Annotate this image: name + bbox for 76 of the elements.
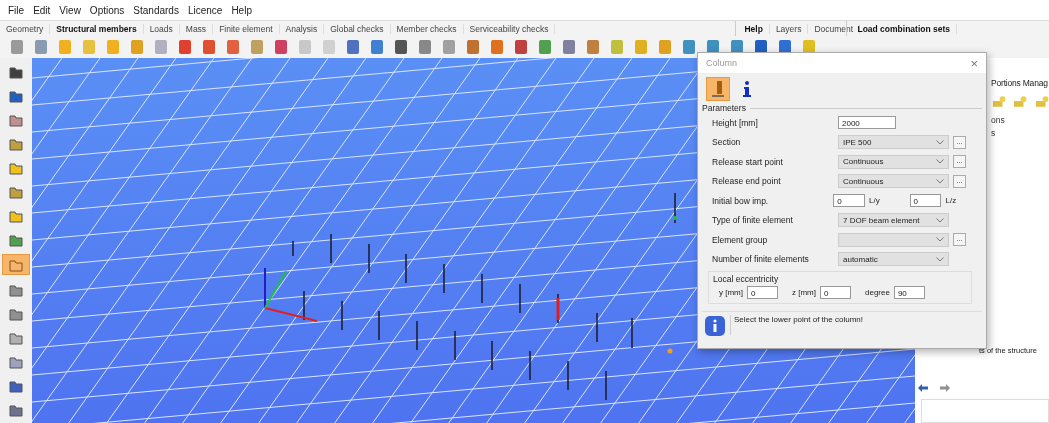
field-label: Section <box>712 137 742 148</box>
ribbon-tab[interactable]: Serviceability checks <box>463 23 556 34</box>
input-field[interactable]: 0 <box>747 286 778 299</box>
tree-item[interactable]: ons <box>991 114 1049 127</box>
ribbon-tab[interactable]: Geometry <box>0 23 51 34</box>
chevron-icon <box>936 237 944 243</box>
menu-item[interactable]: View <box>59 4 81 16</box>
group-label: Local eccentricity <box>713 274 780 284</box>
toolbar-icon[interactable] <box>680 38 698 56</box>
field-label: Element group <box>712 234 769 245</box>
menu-item[interactable]: File <box>8 4 25 16</box>
toolbar-icon[interactable] <box>560 38 578 56</box>
back-arrow-icon[interactable] <box>917 383 929 393</box>
toolbar-icon[interactable] <box>488 38 506 56</box>
menu-item[interactable]: Edit <box>33 4 51 16</box>
toolbar-icon[interactable] <box>584 38 602 56</box>
chevron-icon <box>936 178 944 184</box>
ribbon-tab[interactable]: Layers <box>769 23 809 34</box>
toolbar-icon[interactable] <box>200 38 218 56</box>
ribbon-tab[interactable]: Finite element <box>213 23 280 34</box>
tree-item[interactable]: s <box>991 127 1049 140</box>
status-message: Select the lower point of the column! <box>734 315 863 324</box>
chevron-icon <box>936 217 944 223</box>
ribbon-tab[interactable]: Help <box>738 23 770 34</box>
ribbon-tab[interactable]: Analysis <box>279 23 325 34</box>
field-label: z [mm] <box>792 288 816 297</box>
toolbar-icon[interactable] <box>512 38 530 56</box>
menu-item[interactable]: Licence <box>187 4 223 16</box>
field-label: Height [mm] <box>712 117 759 128</box>
dropdown[interactable]: Continuous <box>838 174 949 189</box>
field-label: Number of finite elements <box>712 254 810 265</box>
field-label: y [mm] <box>719 288 743 297</box>
input-field[interactable]: 90 <box>893 286 925 299</box>
info-icon <box>704 315 726 337</box>
toolbar-icon[interactable] <box>536 38 554 56</box>
dialog-title: Column <box>706 58 737 68</box>
unit-label: L/z <box>945 196 958 206</box>
chevron-icon <box>936 256 944 262</box>
ribbon-tab[interactable]: Global checks <box>324 23 391 34</box>
menu-item[interactable]: Help <box>231 4 252 16</box>
field-label: Release end point <box>712 176 782 187</box>
chevron-icon <box>936 139 944 145</box>
input-field[interactable]: 2000 <box>838 116 896 130</box>
field-label: Type of finite element <box>712 215 794 226</box>
unit-label: L/y <box>869 196 881 206</box>
info-icon <box>742 80 752 98</box>
ribbon-tab[interactable]: Structural members <box>50 23 144 34</box>
column-icon <box>709 79 727 99</box>
toolbar-icon[interactable] <box>368 38 386 56</box>
ribbon-tab[interactable]: Loads <box>143 23 180 34</box>
dropdown[interactable]: automatic <box>838 252 949 267</box>
ribbon-tab[interactable]: Mass <box>179 23 214 34</box>
toolbar-icon[interactable] <box>416 38 434 56</box>
toolbar-icon[interactable] <box>272 38 290 56</box>
input-field[interactable]: 0 <box>820 286 851 299</box>
toolbar-icon[interactable] <box>464 38 482 56</box>
forward-arrow-icon[interactable] <box>939 383 951 393</box>
toolbar-icon[interactable] <box>344 38 362 56</box>
field-label: Initial bow imp. <box>712 195 770 206</box>
group-label: Parameters <box>702 103 746 113</box>
panel-title: Portions Manag <box>991 77 1049 90</box>
input-field[interactable]: 0 <box>833 194 866 208</box>
toolbar-icon[interactable] <box>392 38 410 56</box>
chevron-icon <box>936 159 944 165</box>
dropdown[interactable]: IPE 500 <box>838 135 949 150</box>
dropdown[interactable]: 7 DOF beam element <box>838 213 949 228</box>
dropdown[interactable]: Continuous <box>838 154 949 169</box>
ribbon-tab[interactable]: Member checks <box>390 23 464 34</box>
toolbar-icon[interactable] <box>176 38 194 56</box>
field-label: Release start point <box>712 156 784 167</box>
toolbar-icon[interactable] <box>224 38 242 56</box>
menu-item[interactable]: Standards <box>133 4 179 16</box>
close-button[interactable]: × <box>970 55 978 71</box>
field-label: degree <box>865 288 890 297</box>
input-field[interactable]: 0 <box>909 194 942 208</box>
menu-item[interactable]: Options <box>89 4 125 16</box>
